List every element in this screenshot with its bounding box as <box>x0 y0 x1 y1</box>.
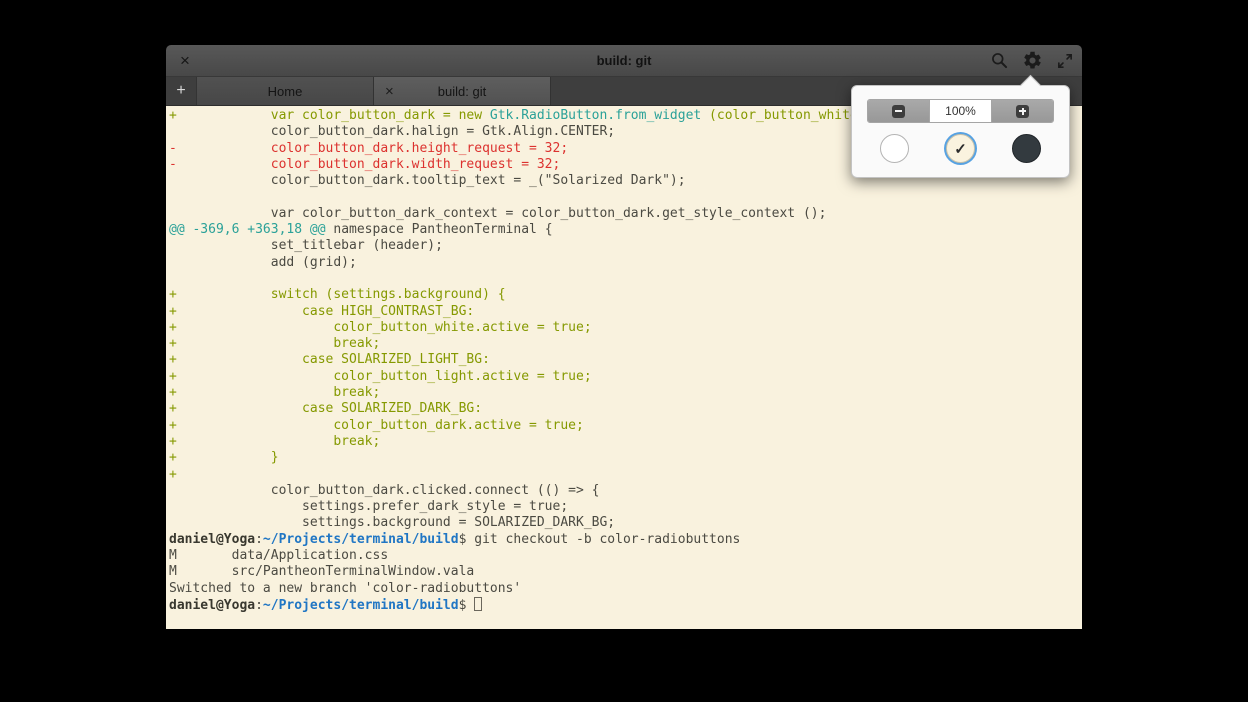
zoom-level[interactable]: 100% <box>929 100 992 122</box>
terminal-text-segment: + case SOLARIZED_LIGHT_BG: <box>169 352 490 367</box>
terminal-line: + color_button_dark.active = true; <box>169 418 1082 434</box>
fullscreen-button[interactable] <box>1056 52 1074 70</box>
terminal-line: + } <box>169 450 1082 466</box>
gear-icon <box>1022 50 1043 71</box>
theme-selector: ✓ <box>852 134 1069 163</box>
terminal-text-segment: daniel@Yoga <box>169 598 255 613</box>
terminal-text-segment: settings.background = SOLARIZED_DARK_BG; <box>169 515 615 530</box>
tab-label: Home <box>268 84 303 99</box>
terminal-text-segment: + break; <box>169 434 380 449</box>
terminal-text-segment: set_titlebar (header); <box>169 238 443 253</box>
plus-icon <box>1016 105 1029 118</box>
terminal-text-segment: namespace PantheonTerminal { <box>326 222 553 237</box>
terminal-text-segment: color_button_dark.clicked.connect (() =>… <box>169 483 599 498</box>
terminal-text-segment: + case HIGH_CONTRAST_BG: <box>169 304 474 319</box>
terminal-text-segment: settings.prefer_dark_style = true; <box>169 499 568 514</box>
terminal-text-segment: : <box>255 532 263 547</box>
search-icon <box>990 51 1009 70</box>
terminal-text-segment: + color_button_dark.active = true; <box>169 418 584 433</box>
terminal-line: var color_button_dark_context = color_bu… <box>169 206 1082 222</box>
terminal-text-segment: M src/PantheonTerminalWindow.vala <box>169 564 474 579</box>
terminal-text-segment: - color_button_dark.height_request = 32; <box>169 141 568 156</box>
terminal-line: settings.prefer_dark_style = true; <box>169 499 1082 515</box>
terminal-text-segment: $ git checkout -b color-radiobuttons <box>459 532 741 547</box>
window-title: build: git <box>166 45 1082 76</box>
terminal-text-segment: : <box>255 598 263 613</box>
terminal-text-segment: M data/Application.css <box>169 548 388 563</box>
terminal-text-segment: + break; <box>169 385 380 400</box>
theme-white-radio[interactable] <box>880 134 909 163</box>
fullscreen-icon <box>1056 52 1074 70</box>
terminal-text-segment: daniel@Yoga <box>169 532 255 547</box>
tab-home[interactable]: Home <box>197 77 374 105</box>
zoom-in-button[interactable] <box>992 100 1053 122</box>
terminal-line: + case SOLARIZED_DARK_BG: <box>169 401 1082 417</box>
close-icon: × <box>385 83 394 100</box>
terminal-cursor <box>474 597 482 611</box>
terminal-line: + break; <box>169 385 1082 401</box>
titlebar[interactable]: × build: git <box>166 45 1082 77</box>
plus-icon: + <box>176 82 185 100</box>
checkmark-icon: ✓ <box>954 140 967 158</box>
minus-icon <box>892 105 905 118</box>
terminal-text-segment: + case SOLARIZED_DARK_BG: <box>169 401 482 416</box>
new-tab-button[interactable]: + <box>166 77 197 105</box>
terminal-text-segment: - color_button_dark.width_request = 32; <box>169 157 560 172</box>
tab-close-button[interactable]: × <box>385 77 394 105</box>
terminal-line: M data/Application.css <box>169 548 1082 564</box>
terminal-line: + switch (settings.background) { <box>169 287 1082 303</box>
terminal-text-segment: ~/Projects/terminal/build <box>263 598 459 613</box>
terminal-line: + color_button_light.active = true; <box>169 369 1082 385</box>
terminal-line: daniel@Yoga:~/Projects/terminal/build$ <box>169 597 1082 613</box>
terminal-text-segment: + color_button_light.active = true; <box>169 369 592 384</box>
terminal-line: + color_button_white.active = true; <box>169 320 1082 336</box>
terminal-text-segment: + } <box>169 450 279 465</box>
terminal-line: + case HIGH_CONTRAST_BG: <box>169 304 1082 320</box>
terminal-text-segment: + break; <box>169 336 380 351</box>
terminal-text-segment: Switched to a new branch 'color-radiobut… <box>169 581 521 596</box>
terminal-line: color_button_dark.clicked.connect (() =>… <box>169 483 1082 499</box>
terminal-text-segment: ~/Projects/terminal/build <box>263 532 459 547</box>
terminal-text-segment: + var color_button_dark = new <box>169 108 490 123</box>
terminal-line: settings.background = SOLARIZED_DARK_BG; <box>169 515 1082 531</box>
terminal-text-segment: + <box>169 467 177 482</box>
terminal-text-segment: var color_button_dark_context = color_bu… <box>169 206 826 221</box>
terminal-text-segment: color_button_dark.tooltip_text = _("Sola… <box>169 173 686 188</box>
terminal-text-segment: (color_button_white); <box>701 108 873 123</box>
zoom-out-button[interactable] <box>868 100 929 122</box>
terminal-line: Switched to a new branch 'color-radiobut… <box>169 581 1082 597</box>
theme-light-radio[interactable]: ✓ <box>946 134 975 163</box>
terminal-text-segment: + color_button_white.active = true; <box>169 320 592 335</box>
terminal-view[interactable]: + var color_button_dark = new Gtk.RadioB… <box>166 106 1082 629</box>
terminal-line: + <box>169 467 1082 483</box>
terminal-text-segment: color_button_dark.halign = Gtk.Align.CEN… <box>169 124 615 139</box>
settings-popover: 100% ✓ <box>851 85 1070 178</box>
terminal-line: set_titlebar (header); <box>169 238 1082 254</box>
search-button[interactable] <box>990 51 1009 70</box>
terminal-line: add (grid); <box>169 255 1082 271</box>
terminal-line: + break; <box>169 434 1082 450</box>
terminal-line: + break; <box>169 336 1082 352</box>
terminal-line <box>169 271 1082 287</box>
terminal-line <box>169 189 1082 205</box>
terminal-line: M src/PantheonTerminalWindow.vala <box>169 564 1082 580</box>
terminal-text-segment: $ <box>459 598 475 613</box>
tab-build-git[interactable]: × build: git <box>374 77 551 105</box>
titlebar-actions <box>990 45 1074 76</box>
terminal-line: daniel@Yoga:~/Projects/terminal/build$ g… <box>169 532 1082 548</box>
terminal-text-segment: @@ -369,6 +363,18 @@ <box>169 222 326 237</box>
tab-label: build: git <box>438 84 486 99</box>
terminal-text-segment: + switch (settings.background) { <box>169 287 506 302</box>
terminal-text-segment: add (grid); <box>169 255 357 270</box>
terminal-text-segment: Gtk.RadioButton.from_widget <box>490 108 701 123</box>
terminal-line: + case SOLARIZED_LIGHT_BG: <box>169 352 1082 368</box>
settings-button[interactable] <box>1022 50 1043 71</box>
theme-dark-radio[interactable] <box>1012 134 1041 163</box>
terminal-output: + var color_button_dark = new Gtk.RadioB… <box>169 108 1082 613</box>
terminal-line: @@ -369,6 +363,18 @@ namespace PantheonT… <box>169 222 1082 238</box>
zoom-controls: 100% <box>867 99 1054 123</box>
